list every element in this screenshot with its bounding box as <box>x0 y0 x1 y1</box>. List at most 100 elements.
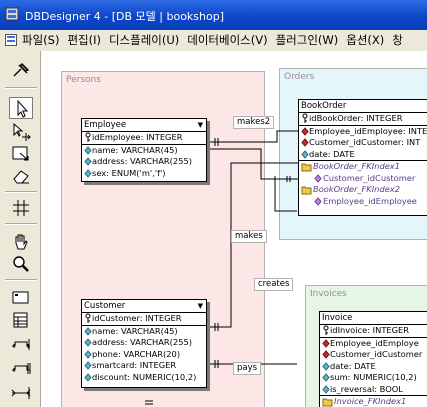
relation-pays-label[interactable]: pays <box>233 362 262 375</box>
table-invoice[interactable]: Invoice idInvoice: INTEGER Employee_idEm… <box>319 311 427 407</box>
toolbar-separator <box>5 87 37 89</box>
column-diamond-icon <box>84 349 92 359</box>
column-diamond-icon <box>322 373 330 382</box>
column-row[interactable]: address: VARCHAR(255) <box>82 156 206 168</box>
column-row[interactable]: smartcard: INTEGER <box>82 360 206 372</box>
foreign-key-row[interactable]: Employee_idEmploye <box>320 338 427 350</box>
grid-icon[interactable] <box>9 197 33 219</box>
menu-file[interactable]: 파일(S) <box>18 30 63 51</box>
column-text: discount: NUMERIC(10,2) <box>92 371 197 382</box>
column-text: is_reversal: BOOL <box>330 383 403 394</box>
table-name: Invoice <box>322 313 353 323</box>
column-row[interactable]: discount: NUMERIC(10,2) <box>82 372 206 384</box>
table-customer[interactable]: Customer ▼ idCustomer: INTEGER name: VAR… <box>81 299 207 388</box>
menu-plugins[interactable]: 플러그인(W) <box>272 30 343 51</box>
column-row[interactable]: date: DATE <box>320 361 427 373</box>
foreign-key-diamond-icon <box>322 350 330 359</box>
column-row[interactable]: name: VARCHAR(45) <box>82 145 206 157</box>
column-text: idEmployee: INTEGER <box>92 132 183 142</box>
index-diamond-icon <box>314 173 322 183</box>
column-row[interactable]: phone: VARCHAR(20) <box>82 349 206 361</box>
column-text: address: VARCHAR(255) <box>92 156 192 166</box>
toolbar-separator <box>5 279 37 281</box>
index-row[interactable]: BookOrder_FKIndex2 <box>299 184 427 196</box>
pointer-icon[interactable] <box>9 97 33 119</box>
index-column-row[interactable]: Employee_idEmployee <box>299 196 427 208</box>
primary-key-row[interactable]: idCustomer: INTEGER <box>82 313 206 326</box>
relation-makes-label[interactable]: makes <box>231 230 267 243</box>
collapse-arrow-icon[interactable]: ▼ <box>198 300 203 312</box>
menu-bar: 파일(S) 편집(I) 디스플레이(U) 데이터베이스(V) 플러그인(W) 옵션(X) 창 <box>0 30 427 52</box>
foreign-key-diamond-icon <box>301 126 309 136</box>
table-icon[interactable] <box>9 309 33 331</box>
column-text: idCustomer: INTEGER <box>92 313 182 323</box>
primary-key-row[interactable]: idBookOrder: INTEGER <box>299 113 427 126</box>
pin-icon[interactable] <box>9 59 33 81</box>
relation-creates-label[interactable]: creates <box>254 278 294 291</box>
column-row[interactable]: sex: ENUM('m','f') <box>82 168 206 180</box>
primary-key-row[interactable]: idEmployee: INTEGER <box>82 132 206 145</box>
table-header[interactable]: Employee ▼ <box>82 119 206 132</box>
index-diamond-icon <box>314 196 322 206</box>
menu-window[interactable]: 창 <box>388 30 407 51</box>
column-row[interactable]: address: VARCHAR(255) <box>82 337 206 349</box>
column-text: date: DATE <box>309 148 355 159</box>
menu-edit[interactable]: 편집(I) <box>63 30 105 51</box>
column-diamond-icon <box>322 384 330 394</box>
relation-nm-icon[interactable] <box>9 381 33 403</box>
zoom-icon[interactable] <box>9 253 33 275</box>
column-text: address: VARCHAR(255) <box>92 337 192 347</box>
diagram-canvas[interactable]: Persons Orders Invoices makes2 makes cre… <box>41 51 427 407</box>
column-row[interactable]: date: DATE <box>299 148 427 161</box>
column-diamond-icon <box>84 157 92 166</box>
menu-options[interactable]: 옵션(X) <box>342 30 388 51</box>
column-text: name: VARCHAR(45) <box>92 144 178 155</box>
table-header[interactable]: BookOrder <box>299 100 427 113</box>
document-icon[interactable] <box>5 34 17 46</box>
relation-11-icon[interactable] <box>9 357 33 379</box>
table-header[interactable]: Customer ▼ <box>82 300 206 313</box>
index-name: BookOrder_FKIndex1 <box>313 161 400 171</box>
column-diamond-icon <box>301 149 309 159</box>
eraser-icon[interactable] <box>9 165 33 187</box>
resize-icon[interactable] <box>9 143 33 165</box>
column-diamond-icon <box>84 145 92 155</box>
table-name: BookOrder <box>301 101 347 111</box>
column-text: sum: NUMERIC(10,2) <box>330 372 417 382</box>
column-row[interactable]: is_reversal: BOOL <box>320 383 427 396</box>
column-text: Employee_idEmployee <box>323 195 417 206</box>
window-title: DBDesigner 4 - [DB 모델 | bookshop] <box>25 10 225 23</box>
column-text: Employee_idEmployee: INTE <box>309 125 427 136</box>
primary-key-row[interactable]: idInvoice: INTEGER <box>320 325 427 338</box>
menu-display[interactable]: 디스플레이(U) <box>105 30 183 51</box>
index-row[interactable]: BookOrder_FKIndex1 <box>299 161 427 173</box>
table-name: Employee <box>84 120 127 130</box>
column-text: sex: ENUM('m','f') <box>92 167 166 178</box>
column-text: idInvoice: INTEGER <box>330 325 410 335</box>
region-icon[interactable] <box>9 287 33 309</box>
column-text: Customer_idCustomer <box>330 349 423 359</box>
move-icon[interactable] <box>9 121 33 143</box>
relation-1n-icon[interactable] <box>9 333 33 355</box>
app-icon <box>5 7 19 21</box>
table-bookorder[interactable]: BookOrder idBookOrder: INTEGER Employee_… <box>298 99 427 216</box>
hand-icon[interactable] <box>9 231 33 253</box>
table-header[interactable]: Invoice <box>320 312 427 325</box>
foreign-key-diamond-icon <box>301 138 309 147</box>
relation-makes2-label[interactable]: makes2 <box>233 116 275 129</box>
index-row[interactable]: Invoice_FKIndex1 <box>320 396 427 407</box>
toolbar-separator <box>5 191 37 193</box>
index-folder-icon <box>301 163 312 172</box>
table-employee[interactable]: Employee ▼ idEmployee: INTEGER name: VAR… <box>81 118 207 182</box>
collapse-arrow-icon[interactable]: ▼ <box>198 119 203 131</box>
column-text: Employee_idEmploye <box>330 337 419 348</box>
foreign-key-row[interactable]: Employee_idEmployee: INTE <box>299 126 427 138</box>
index-column-row[interactable]: Customer_idCustomer <box>299 173 427 185</box>
foreign-key-row[interactable]: Customer_idCustomer <box>320 349 427 361</box>
index-name: Invoice_FKIndex1 <box>334 396 407 406</box>
column-row[interactable]: sum: NUMERIC(10,2) <box>320 372 427 384</box>
foreign-key-row[interactable]: Customer_idCustomer: INT <box>299 137 427 149</box>
menu-database[interactable]: 데이터베이스(V) <box>183 30 271 51</box>
column-row[interactable]: name: VARCHAR(45) <box>82 326 206 338</box>
table-name: Customer <box>84 301 126 311</box>
